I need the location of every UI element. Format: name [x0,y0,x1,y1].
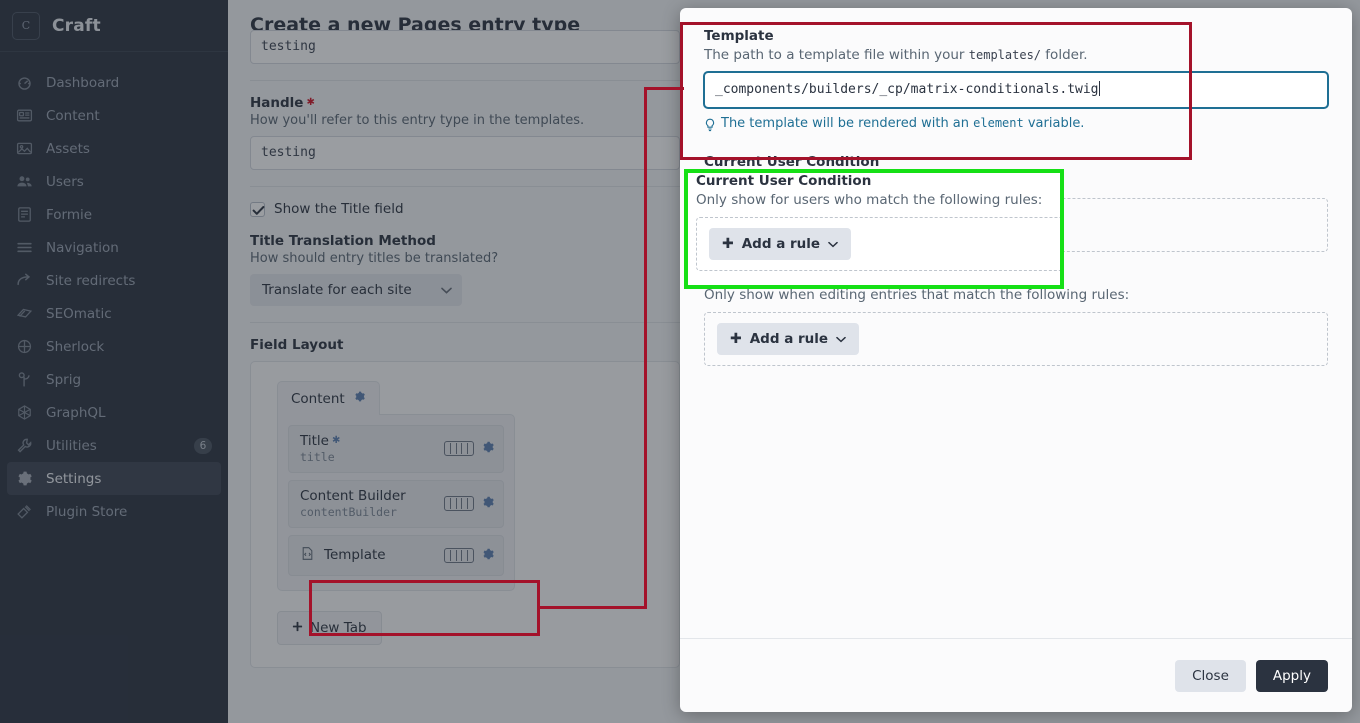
text-caret [1098,81,1100,96]
plus-icon: ✚ [730,331,742,347]
current-user-condition-instructions: Only show for users who match the follow… [704,173,1051,189]
instructions-before: The path to a template file within your [704,47,969,63]
templates-folder-code: templates/ [968,48,1042,62]
lightbulb-icon [705,118,715,132]
chevron-down-icon [836,217,846,233]
field-settings-modal: Template The path to a template file wit… [680,8,1352,712]
screen: C Craft Dashboard Content Assets Users F… [0,0,1360,723]
chevron-down-icon [836,331,846,347]
apply-button[interactable]: Apply [1255,659,1328,692]
template-section-title: Template [704,28,774,44]
current-user-condition-section: Current User Condition Only show for use… [704,154,1328,252]
add-rule-button-current-user[interactable]: ✚ Add a rule [717,209,860,241]
current-user-condition-title: Current User Condition [704,154,880,170]
tip-before: The template will be rendered with an [721,116,974,131]
entry-condition-section: Entry Condition Only show when editing e… [704,268,1328,366]
plus-icon: ✚ [730,217,742,233]
current-user-rule-zone: ✚ Add a rule [704,198,1328,252]
template-section: Template The path to a template file wit… [703,28,1329,132]
template-path-value: _components/builders/_cp/matrix-conditio… [715,82,1099,97]
tip-after: variable. [1023,116,1085,131]
add-rule-label: Add a rule [749,217,829,233]
entry-rule-zone: ✚ Add a rule [704,312,1328,366]
close-button[interactable]: Close [1175,659,1246,692]
template-tip: The template will be rendered with an el… [704,116,1328,132]
entry-condition-title: Entry Condition [704,268,823,284]
add-rule-button-entry[interactable]: ✚ Add a rule [717,323,860,355]
element-variable-code: element [973,116,1024,130]
add-rule-label: Add a rule [749,331,829,347]
modal-footer: Close Apply [680,638,1352,712]
entry-condition-instructions: Only show when editing entries that matc… [704,287,1130,303]
template-section-instructions: The path to a template file within your … [704,47,1328,63]
template-path-input[interactable]: _components/builders/_cp/matrix-conditio… [703,71,1329,109]
template-tip-text: The template will be rendered with an el… [721,116,1084,131]
modal-body: Template The path to a template file wit… [680,8,1352,638]
instructions-after: folder. [1041,47,1088,63]
